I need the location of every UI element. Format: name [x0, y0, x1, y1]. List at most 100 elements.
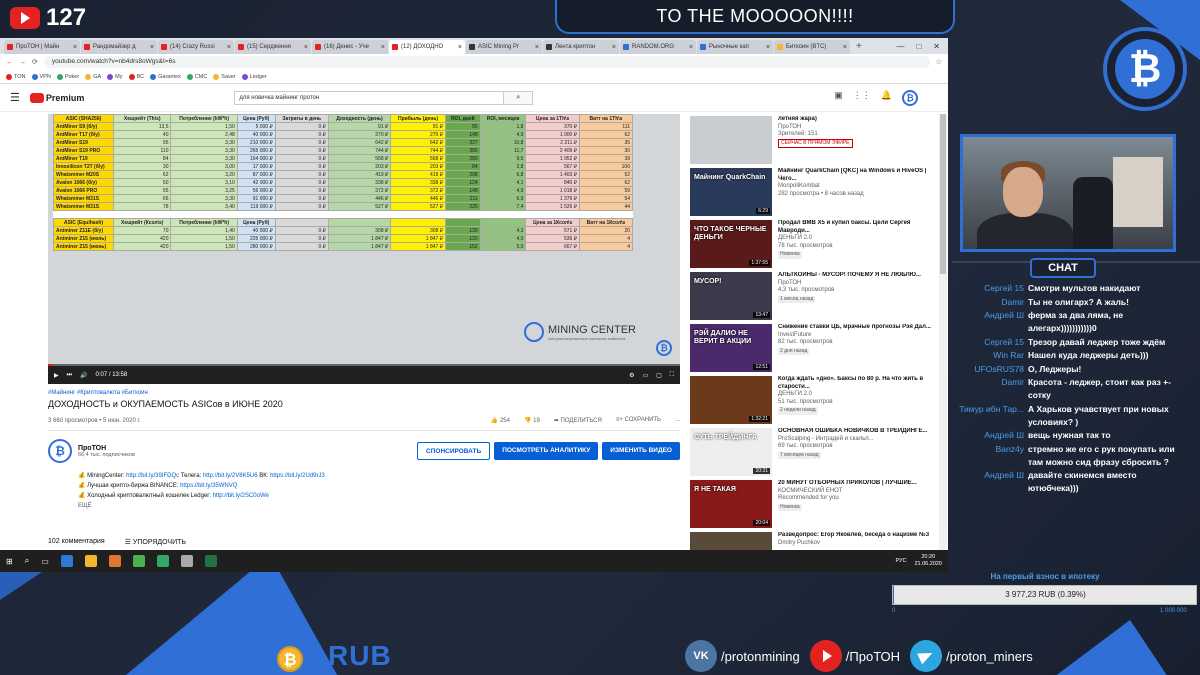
- chrome-icon[interactable]: [132, 555, 145, 567]
- windows-start-icon[interactable]: ⊞: [6, 557, 13, 566]
- maximize-button[interactable]: □: [916, 40, 921, 54]
- task-view-icon[interactable]: ▭: [41, 557, 49, 566]
- recommended-video[interactable]: Я НЕ ТАКАЯ 20:04 20 МИНУТ ОТБОРНЫХ ПРИКОЛО…: [690, 478, 940, 530]
- description-link[interactable]: https://bit.ly/2Ud9rJ3: [270, 473, 325, 479]
- sort-button[interactable]: ☰ УПОРЯДОЧИТЬ: [125, 538, 186, 546]
- close-icon[interactable]: ×: [766, 44, 770, 51]
- channel-name[interactable]: ПроТОН: [778, 124, 938, 132]
- search-button[interactable]: ⌕: [503, 90, 534, 105]
- channel-name[interactable]: Dmitry Puchkov: [778, 540, 938, 548]
- play-icon[interactable]: ▶: [54, 372, 59, 379]
- firefox-icon[interactable]: [108, 555, 121, 567]
- account-avatar[interactable]: ₿: [902, 89, 918, 106]
- close-icon[interactable]: ×: [612, 44, 616, 51]
- close-icon[interactable]: ×: [73, 44, 77, 51]
- video-title[interactable]: Когда ждать «дно». Баксы по 80 р. На что…: [778, 376, 938, 391]
- browser-tab[interactable]: (15) Сердження ×: [235, 40, 311, 54]
- recommended-video[interactable]: 1:32:21 Когда ждать «дно». Баксы по 80 р.…: [690, 374, 940, 426]
- video-title[interactable]: летняя жара): [778, 116, 938, 124]
- description-link[interactable]: http://bit.ly/39IFDQc: [126, 473, 179, 479]
- video-thumbnail[interactable]: ЧТО ТАКОЕ ЧЕРНЫЕ ДЕНЬГИ 1:37:55: [690, 220, 772, 268]
- channel-name[interactable]: InvestFuture: [778, 332, 938, 340]
- notifications-icon[interactable]: 🔔: [881, 90, 892, 106]
- save-button[interactable]: ≡+ СОХРАНИТЬ: [616, 417, 661, 424]
- excel-icon[interactable]: [204, 555, 217, 567]
- sponsor-button[interactable]: СПОНСИРОВАТЬ: [417, 442, 491, 460]
- bookmark[interactable]: CMC: [186, 73, 207, 80]
- video-title[interactable]: 20 МИНУТ ОТБОРНЫХ ПРИКОЛОВ | ЛУЧШИЕ...: [778, 480, 938, 488]
- social-telegram[interactable]: /proton_miners: [910, 640, 1033, 672]
- video-thumbnail[interactable]: [690, 532, 772, 550]
- theater-icon[interactable]: ▢: [656, 372, 662, 379]
- next-icon[interactable]: ⏭: [67, 372, 72, 379]
- bookmark[interactable]: BC: [128, 73, 144, 80]
- language-indicator[interactable]: РУС: [895, 558, 906, 564]
- close-icon[interactable]: ×: [150, 44, 154, 51]
- channel-avatar[interactable]: ₿: [48, 439, 72, 463]
- video-thumbnail[interactable]: Майнинг QuarkChain 6:29: [690, 168, 772, 216]
- channel-name[interactable]: ДЕНЬГИ 2.0: [778, 235, 938, 243]
- settings-icon[interactable]: ⚙: [629, 372, 634, 379]
- more-button[interactable]: ...: [675, 417, 680, 424]
- bookmark[interactable]: Poker: [56, 73, 79, 80]
- browser-tab[interactable]: (16) Денис - Уче ×: [312, 40, 388, 54]
- app-icon[interactable]: [180, 555, 193, 567]
- folder-icon[interactable]: [84, 555, 97, 567]
- recommended-video[interactable]: Разведопрос: Егор Яковлев, беседа о наци…: [690, 530, 940, 550]
- description-link[interactable]: http://bit.ly/2V8K5U6: [203, 473, 258, 479]
- video-thumbnail[interactable]: 1:32:21: [690, 376, 772, 424]
- bookmark[interactable]: Ledger: [241, 73, 267, 80]
- video-title[interactable]: АЛЬТКОИНЫ - МУСОР! ПОЧЕМУ Я НЕ ЛЮБЛЮ...: [778, 272, 938, 280]
- bookmark[interactable]: GA: [85, 73, 101, 80]
- url-input[interactable]: youtube.com/watch?v=nb4drs8oWgs&t=6s: [43, 56, 930, 68]
- star-icon[interactable]: ☆: [936, 58, 942, 66]
- video-thumbnail[interactable]: РЭЙ ДАЛИО НЕ ВЕРИТ В АКЦИИ 12:51: [690, 324, 772, 372]
- search-icon[interactable]: ⌕: [25, 556, 29, 566]
- channel-name[interactable]: ДЕНЬГИ 2.0: [778, 391, 938, 399]
- channel-name[interactable]: ПроТОН: [778, 280, 938, 288]
- bookmark[interactable]: My: [107, 73, 123, 80]
- like-button[interactable]: 👍 254: [491, 417, 510, 424]
- bookmark[interactable]: VPN: [31, 73, 51, 80]
- bookmark[interactable]: Saver: [213, 73, 236, 80]
- channel-name[interactable]: ProScalping - Интрадей и скальп...: [778, 436, 938, 444]
- menu-icon[interactable]: ☰: [10, 91, 20, 104]
- close-icon[interactable]: ×: [843, 44, 847, 51]
- close-icon[interactable]: ×: [381, 44, 385, 51]
- close-window-button[interactable]: ✕: [933, 40, 940, 54]
- hashtags[interactable]: #Майнинг #Криптовалюта #Биткоин: [48, 390, 680, 396]
- bookmark[interactable]: Garantex: [150, 73, 181, 80]
- channel-name[interactable]: MonpoliKombat: [778, 183, 938, 191]
- browser-tab[interactable]: RANDOM.ORG ×: [620, 40, 696, 54]
- video-thumbnail[interactable]: Я НЕ ТАКАЯ 20:04: [690, 480, 772, 528]
- recommended-video[interactable]: ЧТО ТАКОЕ ЧЕРНЫЕ ДЕНЬГИ 1:37:55 Продал BMB…: [690, 218, 940, 270]
- browser-tab[interactable]: Рыночные кап ×: [697, 40, 773, 54]
- page-scrollbar[interactable]: [939, 114, 947, 550]
- miniplayer-icon[interactable]: ▭: [642, 372, 648, 379]
- close-icon[interactable]: ×: [689, 44, 693, 51]
- close-icon[interactable]: ×: [227, 44, 231, 51]
- recommended-video[interactable]: СУТЬ ТРЕЙДИНГА 20:31 ОСНОВНАЯ ОШИБКА НОВИЧ…: [690, 426, 940, 478]
- video-title[interactable]: Снижение ставки ЦБ, мрачные прогнозы Рэя…: [778, 324, 938, 332]
- forward-icon[interactable]: →: [19, 59, 26, 66]
- channel-watermark-icon[interactable]: ₿: [656, 340, 672, 356]
- video-title[interactable]: ОСНОВНАЯ ОШИБКА НОВИЧКОВ В ТРЕЙДИНГЕ...: [778, 428, 938, 436]
- channel-name[interactable]: ПроТОН: [78, 445, 135, 452]
- close-icon[interactable]: ×: [535, 44, 539, 51]
- social-vk[interactable]: VK/protonmining: [685, 640, 800, 672]
- video-player[interactable]: ASIC (SHA256) Хешрейт (Th\s) Потребление (…: [48, 114, 680, 384]
- channel-name[interactable]: КОСМИЧЕСКИЙ ЕНОТ: [778, 488, 938, 496]
- recommended-video[interactable]: Майнинг QuarkChain 6:29 Майнинг QuarkChain…: [690, 166, 940, 218]
- analytics-button[interactable]: ПОСМОТРЕТЬ АНАЛИТИКУ: [494, 442, 599, 460]
- description-link[interactable]: https://bit.ly/35WNVQ: [180, 483, 237, 489]
- reload-icon[interactable]: ⟳: [32, 58, 38, 66]
- video-thumbnail[interactable]: СУТЬ ТРЕЙДИНГА 20:31: [690, 428, 772, 476]
- bookmark[interactable]: TON: [6, 73, 26, 80]
- recommended-video[interactable]: летняя жара) ПроТОН Зрителей: 151 СЕЙЧАС В …: [690, 114, 940, 166]
- recommended-video[interactable]: РЭЙ ДАЛИО НЕ ВЕРИТ В АКЦИИ 12:51 Снижение …: [690, 322, 940, 374]
- browser-tab[interactable]: Рандомайзер д ×: [81, 40, 157, 54]
- browser-tab[interactable]: ASIC Mining Pr ×: [466, 40, 542, 54]
- browser-tab[interactable]: Лента криптон ×: [543, 40, 619, 54]
- youtube-premium-logo[interactable]: Premium: [29, 92, 84, 103]
- dislike-button[interactable]: 👎 19: [524, 417, 540, 424]
